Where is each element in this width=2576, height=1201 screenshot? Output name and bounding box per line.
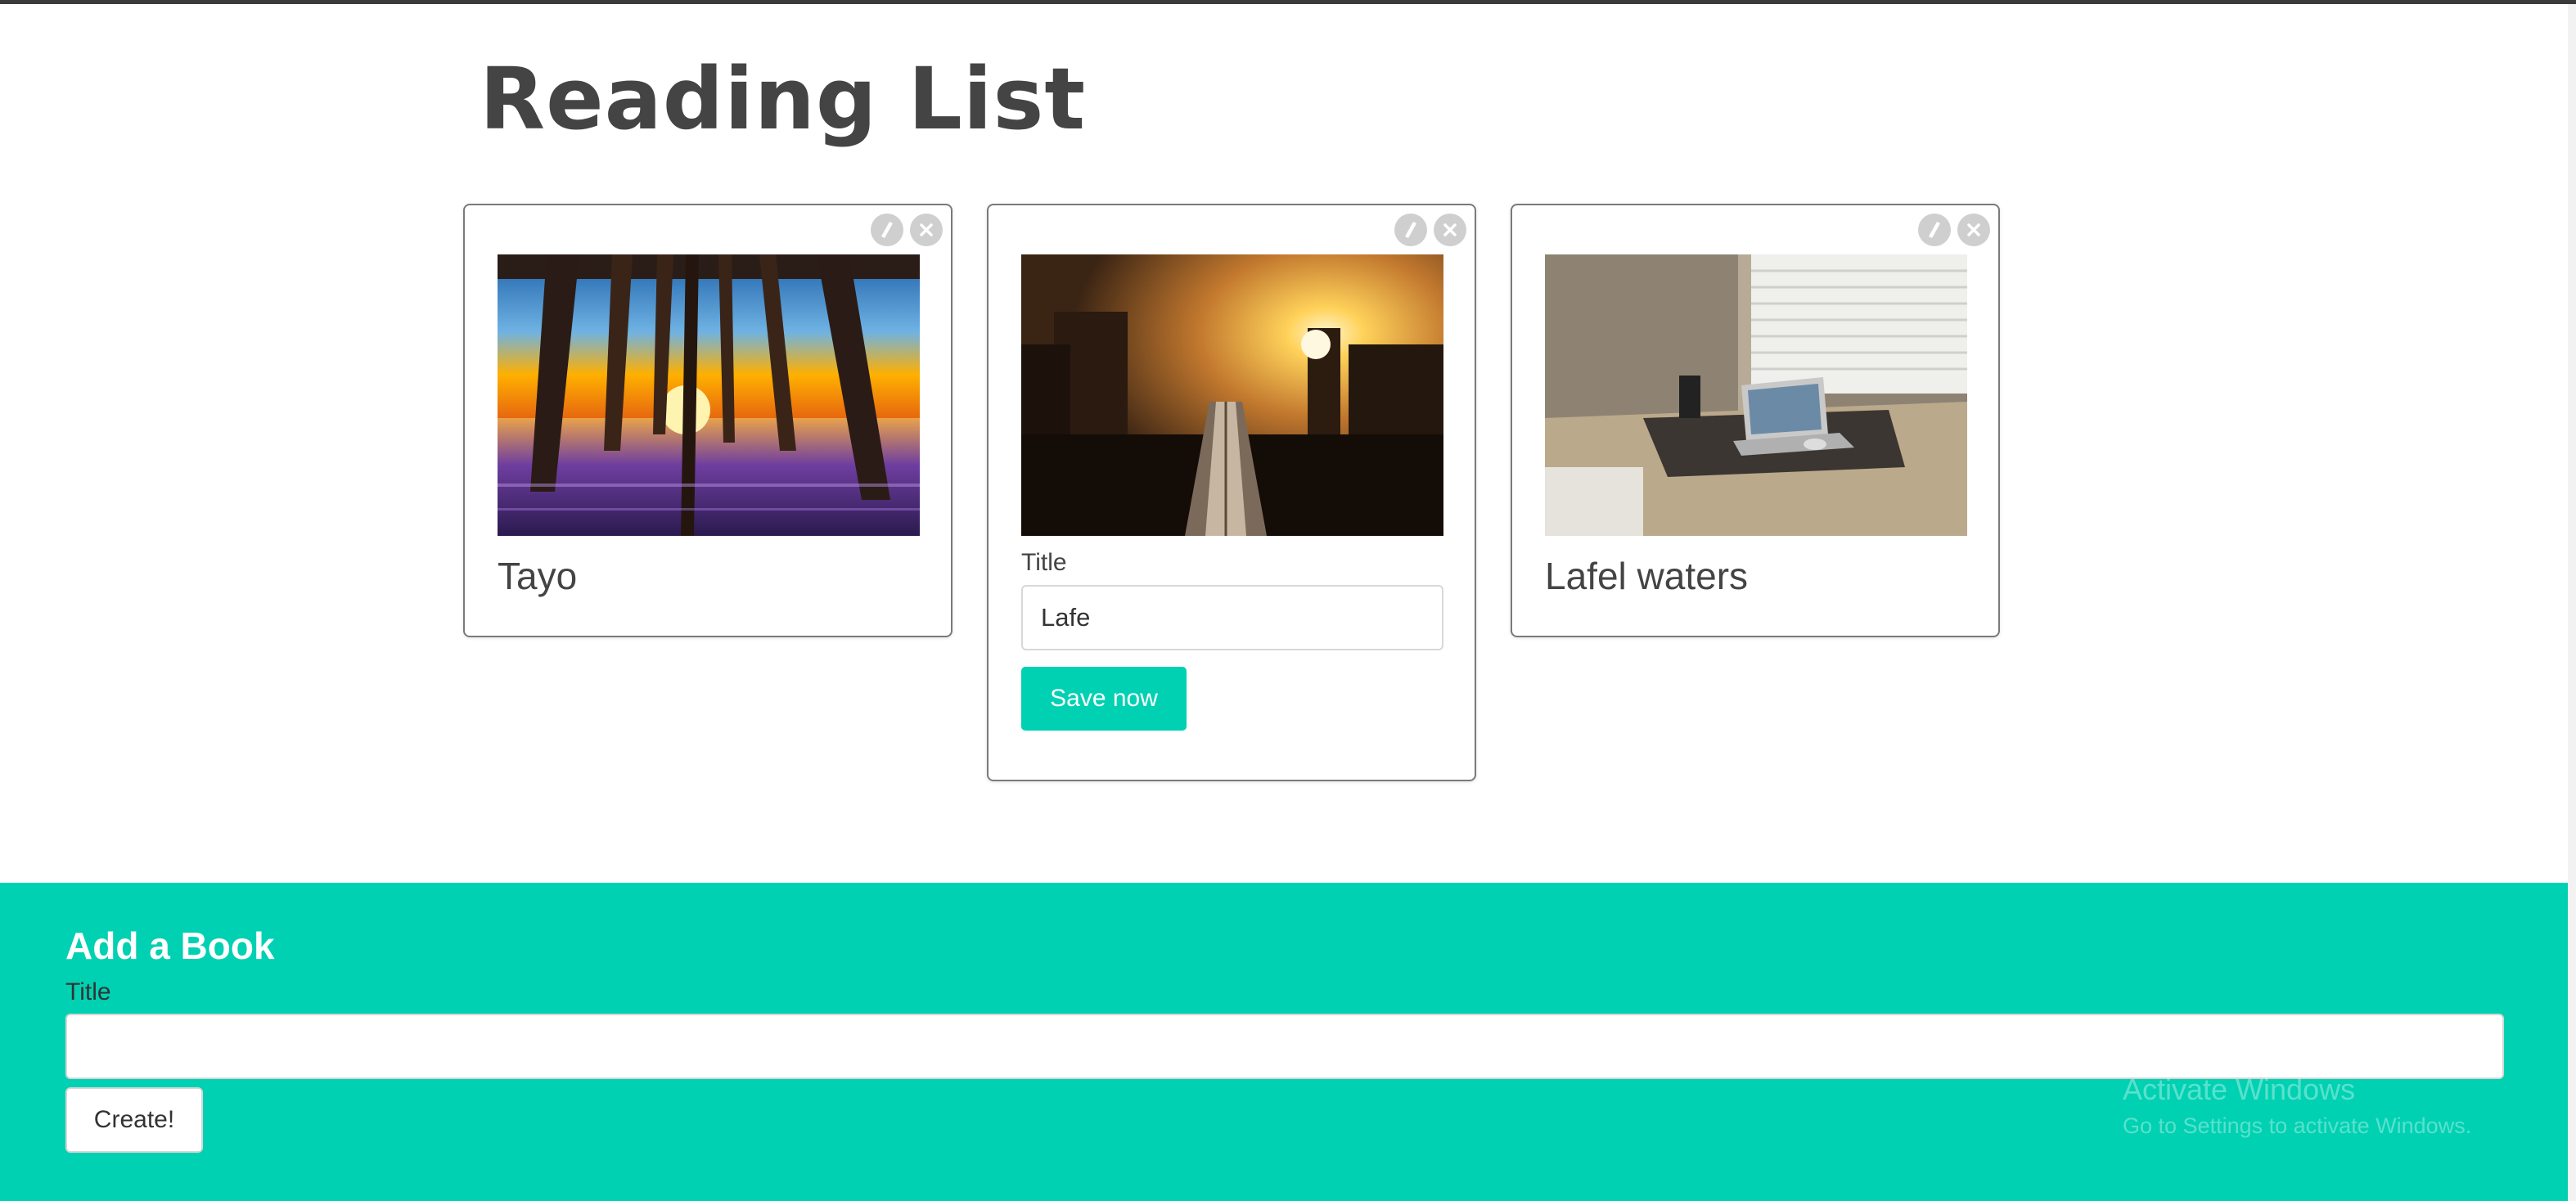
edit-button[interactable] <box>871 214 903 246</box>
save-button[interactable]: Save now <box>1021 667 1187 731</box>
edit-title-input[interactable] <box>1021 585 1443 650</box>
book-cover-image <box>1545 254 1967 536</box>
edit-icon <box>881 222 893 238</box>
activate-windows-watermark: Activate Windows Go to Settings to activ… <box>2123 1073 2471 1139</box>
add-book-heading: Add a Book <box>65 924 275 967</box>
add-title-input[interactable] <box>65 1014 2504 1079</box>
edit-button[interactable] <box>1918 214 1951 246</box>
edit-title-label: Title <box>1021 549 1067 576</box>
book-title: Lafel waters <box>1545 555 1749 597</box>
close-icon <box>1967 223 1980 236</box>
close-icon <box>920 223 933 236</box>
book-cover-image <box>498 254 920 536</box>
delete-button[interactable] <box>1957 214 1990 246</box>
page-title: Reading List <box>480 49 1087 149</box>
watermark-title: Activate Windows <box>2123 1073 2356 1106</box>
watermark-subtitle: Go to Settings to activate Windows. <box>2123 1113 2472 1138</box>
close-icon <box>1443 223 1457 236</box>
book-title: Tayo <box>498 555 578 597</box>
book-cover-image <box>1021 254 1443 536</box>
edit-icon <box>1405 222 1416 238</box>
add-book-section: Add a Book Title Create! Activate Window… <box>0 883 2568 1201</box>
delete-button[interactable] <box>910 214 943 246</box>
add-title-label: Title <box>65 978 111 1005</box>
window-top-border <box>0 0 2576 4</box>
book-card-editing: Title Save now <box>987 204 1476 781</box>
delete-button[interactable] <box>1434 214 1466 246</box>
book-card: Lafel waters <box>1511 204 2000 637</box>
edit-button[interactable] <box>1394 214 1427 246</box>
create-button[interactable]: Create! <box>65 1087 203 1153</box>
scrollbar-track[interactable] <box>2568 4 2576 1201</box>
edit-icon <box>1929 222 1940 238</box>
book-card: Tayo <box>463 204 952 637</box>
